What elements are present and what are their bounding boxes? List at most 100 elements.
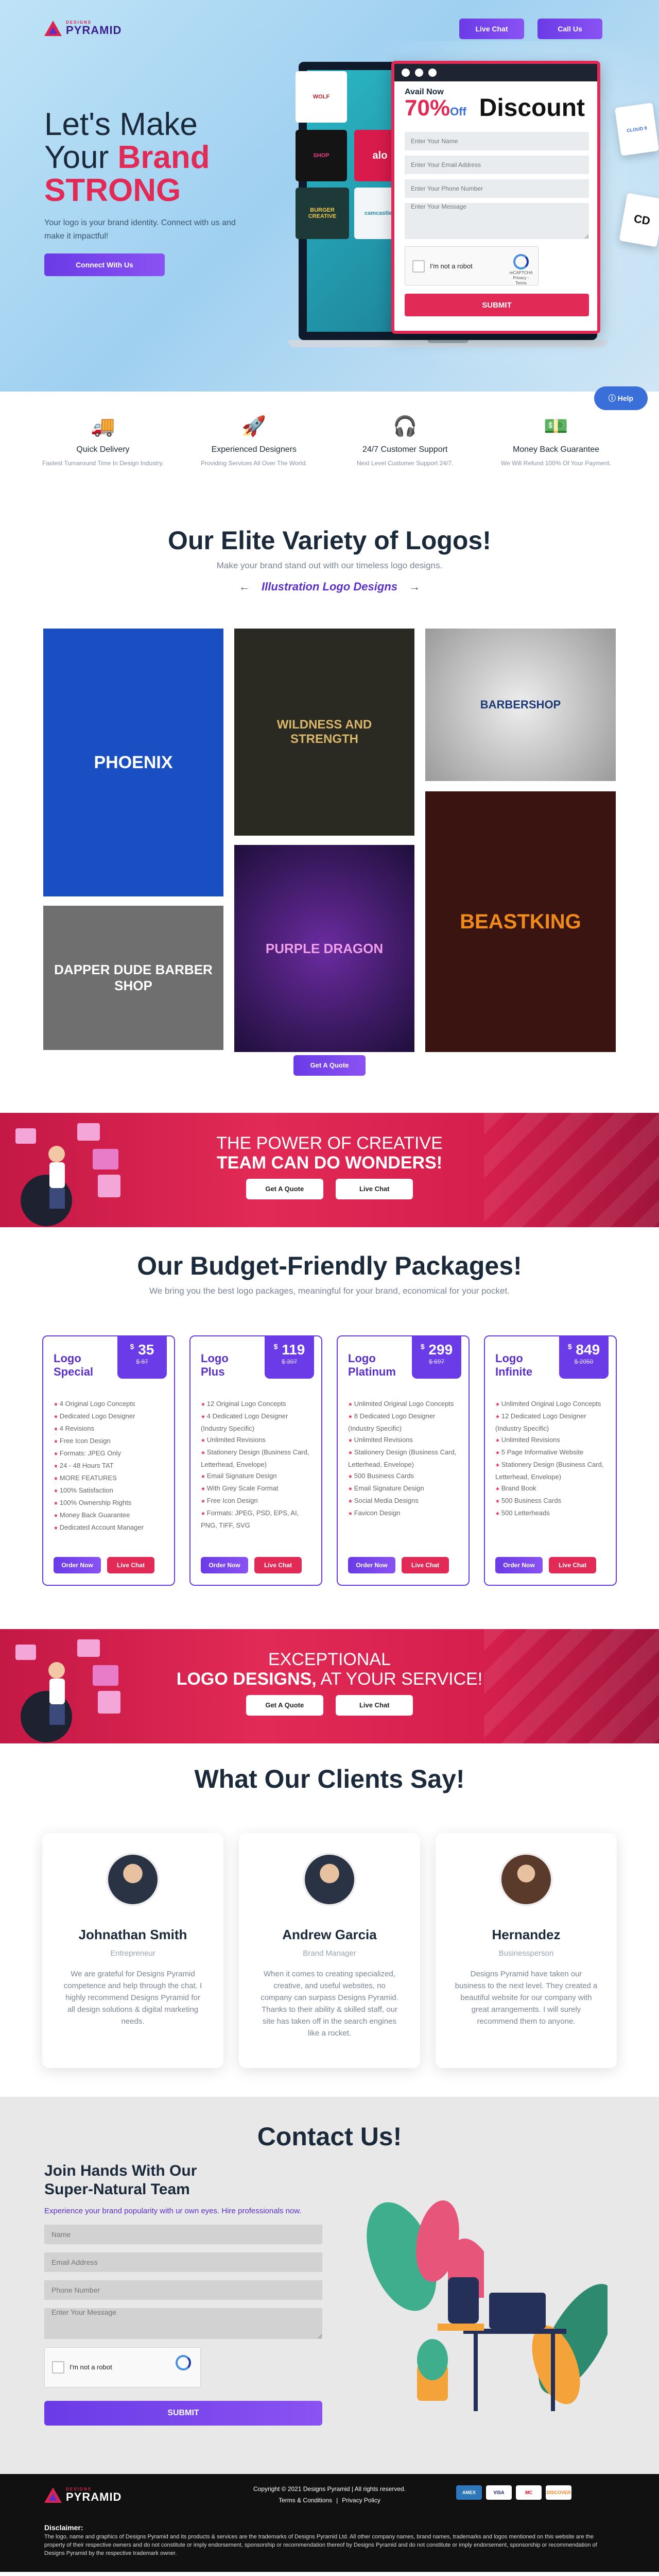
package-feature: 4 Original Logo Concepts xyxy=(54,1398,167,1411)
package-feature: 12 Dedicated Logo Designer (Industry Spe… xyxy=(495,1411,609,1434)
package-feature: 24 - 48 Hours TAT xyxy=(54,1460,167,1472)
offer-submit-button[interactable]: SUBMIT xyxy=(405,294,589,316)
contact-email-field[interactable] xyxy=(44,2252,322,2272)
logo-dapper-dude[interactable]: DAPPER DUDE BARBER SHOP xyxy=(43,906,223,1050)
package-live-chat-button[interactable]: Live Chat xyxy=(549,1557,596,1573)
recaptcha-icon: reCAPTCHA Privacy - Terms xyxy=(509,254,533,286)
package-price-badge: $ 299 $ 697 xyxy=(412,1335,461,1379)
recaptcha-checkbox[interactable] xyxy=(52,2361,64,2374)
floating-card-cd: CD xyxy=(619,193,659,247)
pyramid-logo-icon xyxy=(44,20,62,37)
recaptcha-checkbox[interactable] xyxy=(412,260,425,273)
contact-phone-field[interactable] xyxy=(44,2280,322,2300)
recaptcha-icon xyxy=(171,2355,195,2371)
package-feature: Formats: JPEG Only xyxy=(54,1448,167,1460)
offer-message-field[interactable] xyxy=(405,203,589,239)
contact-heading: Join Hands With Our Super-Natural Team xyxy=(44,2162,197,2198)
brand-logo[interactable]: DESIGNS PYRAMID xyxy=(44,20,122,37)
avatar xyxy=(106,1853,160,1906)
logo-beastking[interactable]: BEASTKING xyxy=(425,791,616,1052)
testimonials-title: What Our Clients Say! xyxy=(194,1765,465,1793)
package-feature: 4 Revisions xyxy=(54,1423,167,1435)
testimonial-card: Johnathan Smith Entrepreneur We are grat… xyxy=(42,1833,223,2068)
package-name: Logo Platinum xyxy=(348,1352,396,1378)
package-live-chat-button[interactable]: Live Chat xyxy=(107,1557,154,1573)
package-feature: Unlimited Original Logo Concepts xyxy=(348,1398,461,1411)
gallery-get-quote-button[interactable]: Get A Quote xyxy=(293,1055,366,1076)
contact-message-field[interactable] xyxy=(44,2308,322,2339)
gallery-title: Our Elite Variety of Logos! xyxy=(168,526,491,555)
packages-subtitle: We bring you the best logo packages, mea… xyxy=(149,1286,510,1296)
recaptcha-widget: I'm not a robot xyxy=(44,2347,201,2387)
package-live-chat-button[interactable]: Live Chat xyxy=(402,1557,449,1573)
package-name: Logo Plus xyxy=(201,1352,229,1378)
package-feature-list: Unlimited Original Logo Concepts8 Dedica… xyxy=(348,1398,461,1548)
order-now-button[interactable]: Order Now xyxy=(348,1557,395,1573)
package-feature-list: 4 Original Logo ConceptsDedicated Logo D… xyxy=(54,1398,167,1548)
package-feature: Dedicated Logo Designer xyxy=(54,1411,167,1423)
package-feature: MORE FEATURES xyxy=(54,1472,167,1485)
package-feature: Free Icon Design xyxy=(54,1435,167,1448)
package-feature: Social Media Designs xyxy=(348,1495,461,1507)
discount-heading: Discount xyxy=(479,94,585,122)
payment-methods: AMEX VISA MC DISCOVER xyxy=(456,2485,571,2500)
contact-title: Contact Us! xyxy=(257,2122,402,2151)
feature-item: 🚚 Quick Delivery Fastest Turnaround Time… xyxy=(41,412,165,468)
amex-icon: AMEX xyxy=(456,2485,482,2500)
header-actions: Live Chat Call Us xyxy=(459,19,602,39)
package-live-chat-button[interactable]: Live Chat xyxy=(254,1557,302,1573)
package-feature: 100% Satisfaction xyxy=(54,1485,167,1497)
gallery-subtitle: Make your brand stand out with our timel… xyxy=(216,561,443,570)
package-feature: Unlimited Revisions xyxy=(495,1434,609,1447)
logo-sample-burger: BURGER CREATIVE xyxy=(296,188,349,239)
offer-phone-field[interactable] xyxy=(405,179,589,198)
package-feature: Email Signature Design xyxy=(348,1483,461,1495)
hero-section: DESIGNS PYRAMID Live Chat Call Us Let's … xyxy=(0,0,659,392)
order-now-button[interactable]: Order Now xyxy=(54,1557,101,1573)
call-us-button[interactable]: Call Us xyxy=(537,19,602,39)
contact-name-field[interactable] xyxy=(44,2225,322,2244)
banner2-get-quote-button[interactable]: Get A Quote xyxy=(246,1695,323,1716)
arrow-right-icon[interactable]: → xyxy=(409,580,420,593)
offer-email-field[interactable] xyxy=(405,156,589,174)
package-feature: 4 Dedicated Logo Designer (Industry Spec… xyxy=(201,1411,314,1434)
feature-item: 💵 Money Back Guarantee We Will Refund 10… xyxy=(494,412,618,468)
packages-section: Our Budget-Friendly Packages! We bring y… xyxy=(0,1227,659,1629)
package-feature: 5 Page Informative Website xyxy=(495,1447,609,1459)
package-feature: Stationery Design (Business Card, Letter… xyxy=(348,1447,461,1470)
help-button[interactable]: ⓘ Help xyxy=(594,386,648,410)
banner2-line1: EXCEPTIONAL xyxy=(268,1650,391,1669)
packages-title: Our Budget-Friendly Packages! xyxy=(137,1251,522,1280)
package-card: LogoSpecial $ 35$ 87 4 Original Logo Conce… xyxy=(42,1335,175,1586)
logo-purple-dragon[interactable]: PURPLE DRAGON xyxy=(234,845,414,1052)
order-now-button[interactable]: Order Now xyxy=(495,1557,543,1573)
logo-phoenix[interactable]: PHOENIX xyxy=(43,629,223,896)
recaptcha-widget: I'm not a robot reCAPTCHA Privacy - Terms xyxy=(405,246,539,285)
window-controls xyxy=(394,64,597,81)
package-feature: Stationery Design (Business Card, Letter… xyxy=(201,1447,314,1470)
contact-section: Contact Us! Join Hands With Our Super-Nat… xyxy=(0,2097,659,2474)
package-feature: Unlimited Original Logo Concepts xyxy=(495,1398,609,1411)
visa-icon: VISA xyxy=(486,2485,512,2500)
terms-link[interactable]: Terms & Conditions xyxy=(279,2497,332,2504)
order-now-button[interactable]: Order Now xyxy=(201,1557,248,1573)
connect-with-us-button[interactable]: Connect With Us xyxy=(44,253,165,276)
package-feature: 500 Business Cards xyxy=(495,1495,609,1507)
testimonial-card: Andrew Garcia Brand Manager When it come… xyxy=(239,1833,420,2068)
offer-name-field[interactable] xyxy=(405,132,589,150)
hero-subtitle: Your logo is your brand identity. Connec… xyxy=(44,218,236,241)
logo-wildness[interactable]: WILDNESS AND STRENGTH xyxy=(234,629,414,836)
privacy-link[interactable]: Privacy Policy xyxy=(342,2497,380,2504)
package-feature: Free Icon Design xyxy=(201,1495,314,1507)
logo-barbershop[interactable]: BARBERSHOP xyxy=(425,629,616,781)
banner-get-quote-button[interactable]: Get A Quote xyxy=(246,1179,323,1199)
banner-live-chat-button[interactable]: Live Chat xyxy=(336,1179,413,1199)
package-price-badge: $ 849 $ 2050 xyxy=(559,1335,609,1379)
arrow-left-icon[interactable]: ← xyxy=(239,580,250,593)
contact-form: Join Hands With Our Super-Natural Team Ex… xyxy=(44,2162,322,2426)
live-chat-button[interactable]: Live Chat xyxy=(459,19,524,39)
banner2-live-chat-button[interactable]: Live Chat xyxy=(336,1695,413,1716)
hero-title: Let's Make Your Brand STRONG xyxy=(44,107,210,208)
contact-submit-button[interactable]: SUBMIT xyxy=(44,2401,322,2426)
package-feature: 500 Business Cards xyxy=(348,1470,461,1483)
